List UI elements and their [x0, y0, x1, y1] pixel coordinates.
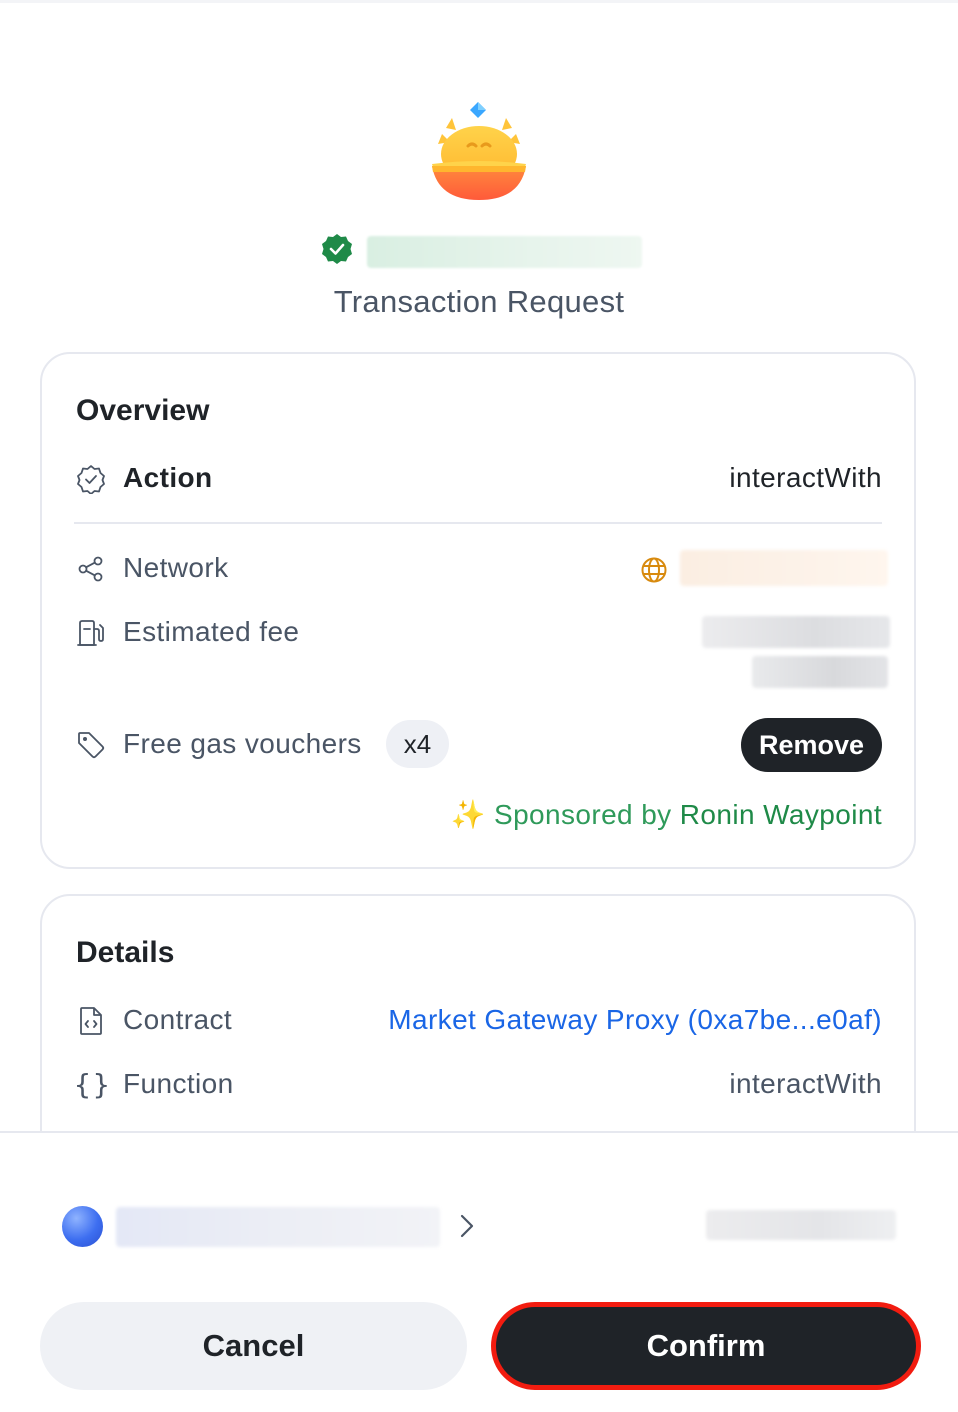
contract-link[interactable]: Market Gateway Proxy (0xa7be...e0af): [388, 1004, 882, 1036]
tag-icon: [78, 732, 105, 759]
chevron-right-icon[interactable]: [456, 1213, 478, 1239]
dapp-name-redacted: [367, 236, 642, 268]
fuel-pump-icon: [77, 620, 104, 646]
account-avatar[interactable]: [62, 1206, 103, 1247]
function-value: interactWith: [729, 1068, 882, 1099]
overview-divider: [74, 522, 882, 524]
fee-usd-redacted: [752, 656, 888, 688]
footer-divider: [0, 1131, 958, 1133]
badge-check-icon: [77, 465, 105, 494]
sponsor-brand: Ronin Waypoint: [679, 799, 882, 830]
share-network-icon: [78, 556, 103, 582]
sponsored-prefix: Sponsored by: [494, 799, 672, 830]
overview-card: Overview Action interactWith Network Est…: [40, 352, 916, 869]
braces-icon: {}: [74, 1068, 112, 1101]
overview-title: Overview: [76, 394, 210, 427]
estimated-fee-label: Estimated fee: [123, 616, 300, 647]
fee-amount-redacted: [702, 616, 890, 648]
cancel-button[interactable]: Cancel: [40, 1302, 467, 1390]
verified-badge-icon: [322, 234, 352, 264]
remove-voucher-button[interactable]: Remove: [741, 718, 882, 772]
account-balance-redacted: [706, 1210, 896, 1240]
contract-label: Contract: [123, 1004, 233, 1035]
free-gas-vouchers-label: Free gas vouchers: [123, 728, 362, 759]
sponsored-by-text: ✨ Sponsored by Ronin Waypoint: [451, 798, 882, 831]
page-title: Transaction Request: [333, 284, 625, 319]
network-name-redacted: [680, 550, 888, 586]
globe-icon: [641, 557, 667, 583]
code-file-icon: [80, 1007, 102, 1035]
details-title: Details: [76, 936, 175, 969]
network-label: Network: [123, 552, 229, 583]
function-label: Function: [123, 1068, 234, 1099]
confirm-button[interactable]: Confirm: [491, 1302, 921, 1390]
account-name-redacted[interactable]: [116, 1207, 440, 1247]
sparkles-icon: ✨: [450, 799, 486, 830]
top-divider: [0, 0, 958, 3]
action-label: Action: [123, 462, 213, 493]
vouchers-count-badge: x4: [386, 720, 449, 768]
action-value: interactWith: [729, 462, 882, 493]
dapp-logo: [432, 102, 526, 200]
